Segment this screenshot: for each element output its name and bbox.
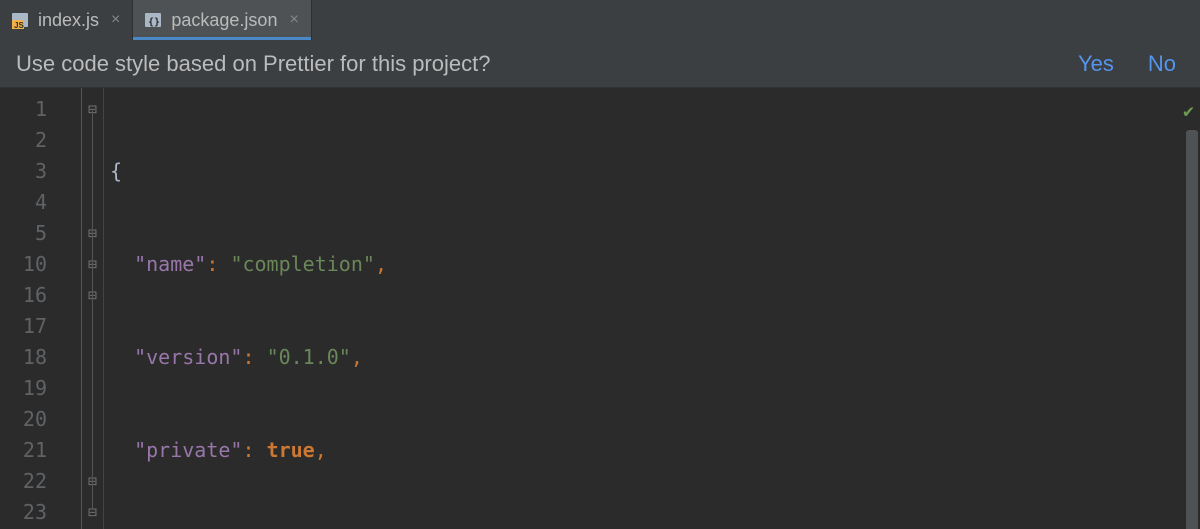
line-number: 22 <box>0 466 47 497</box>
line-number: 20 <box>0 404 47 435</box>
tab-label: index.js <box>38 10 99 31</box>
tab-label: package.json <box>171 10 277 31</box>
line-number-gutter: 1 2 3 4 5 10 16 17 18 19 20 21 22 23 <box>0 88 82 529</box>
line-number: 5 <box>0 218 47 249</box>
line-number: 1 <box>0 94 47 125</box>
fold-gutter: ⊟ ⊞ ⊞ ⊟ ⊟ ⊟ <box>82 88 104 529</box>
notification-message: Use code style based on Prettier for thi… <box>16 51 1078 77</box>
line-number: 10 <box>0 249 47 280</box>
prettier-notification-bar: Use code style based on Prettier for thi… <box>0 40 1200 88</box>
line-number: 4 <box>0 187 47 218</box>
line-number: 18 <box>0 342 47 373</box>
svg-text:{}: {} <box>148 17 160 28</box>
json-file-icon: {} <box>143 10 163 30</box>
tab-index-js[interactable]: JS index.js × <box>0 0 133 40</box>
scrollbar-thumb[interactable] <box>1186 130 1198 529</box>
close-icon[interactable]: × <box>289 11 298 29</box>
js-file-icon: JS <box>10 10 30 30</box>
notification-no-link[interactable]: No <box>1148 51 1176 77</box>
right-rail: ✔ <box>1182 88 1200 529</box>
editor[interactable]: 1 2 3 4 5 10 16 17 18 19 20 21 22 23 ⊟ ⊞… <box>0 88 1200 529</box>
inspection-ok-icon[interactable]: ✔ <box>1183 96 1194 127</box>
line-number: 17 <box>0 311 47 342</box>
svg-text:JS: JS <box>14 21 24 30</box>
tab-bar: JS index.js × {} package.json × <box>0 0 1200 40</box>
line-number: 16 <box>0 280 47 311</box>
editor-root: JS index.js × {} package.json × Use code… <box>0 0 1200 529</box>
line-number: 23 <box>0 497 47 528</box>
tab-package-json[interactable]: {} package.json × <box>133 0 311 40</box>
notification-yes-link[interactable]: Yes <box>1078 51 1114 77</box>
line-number: 19 <box>0 373 47 404</box>
line-number: 3 <box>0 156 47 187</box>
line-number: 21 <box>0 435 47 466</box>
code-area[interactable]: { "name": "completion", "version": "0.1.… <box>104 88 1182 529</box>
line-number: 2 <box>0 125 47 156</box>
close-icon[interactable]: × <box>111 11 120 29</box>
